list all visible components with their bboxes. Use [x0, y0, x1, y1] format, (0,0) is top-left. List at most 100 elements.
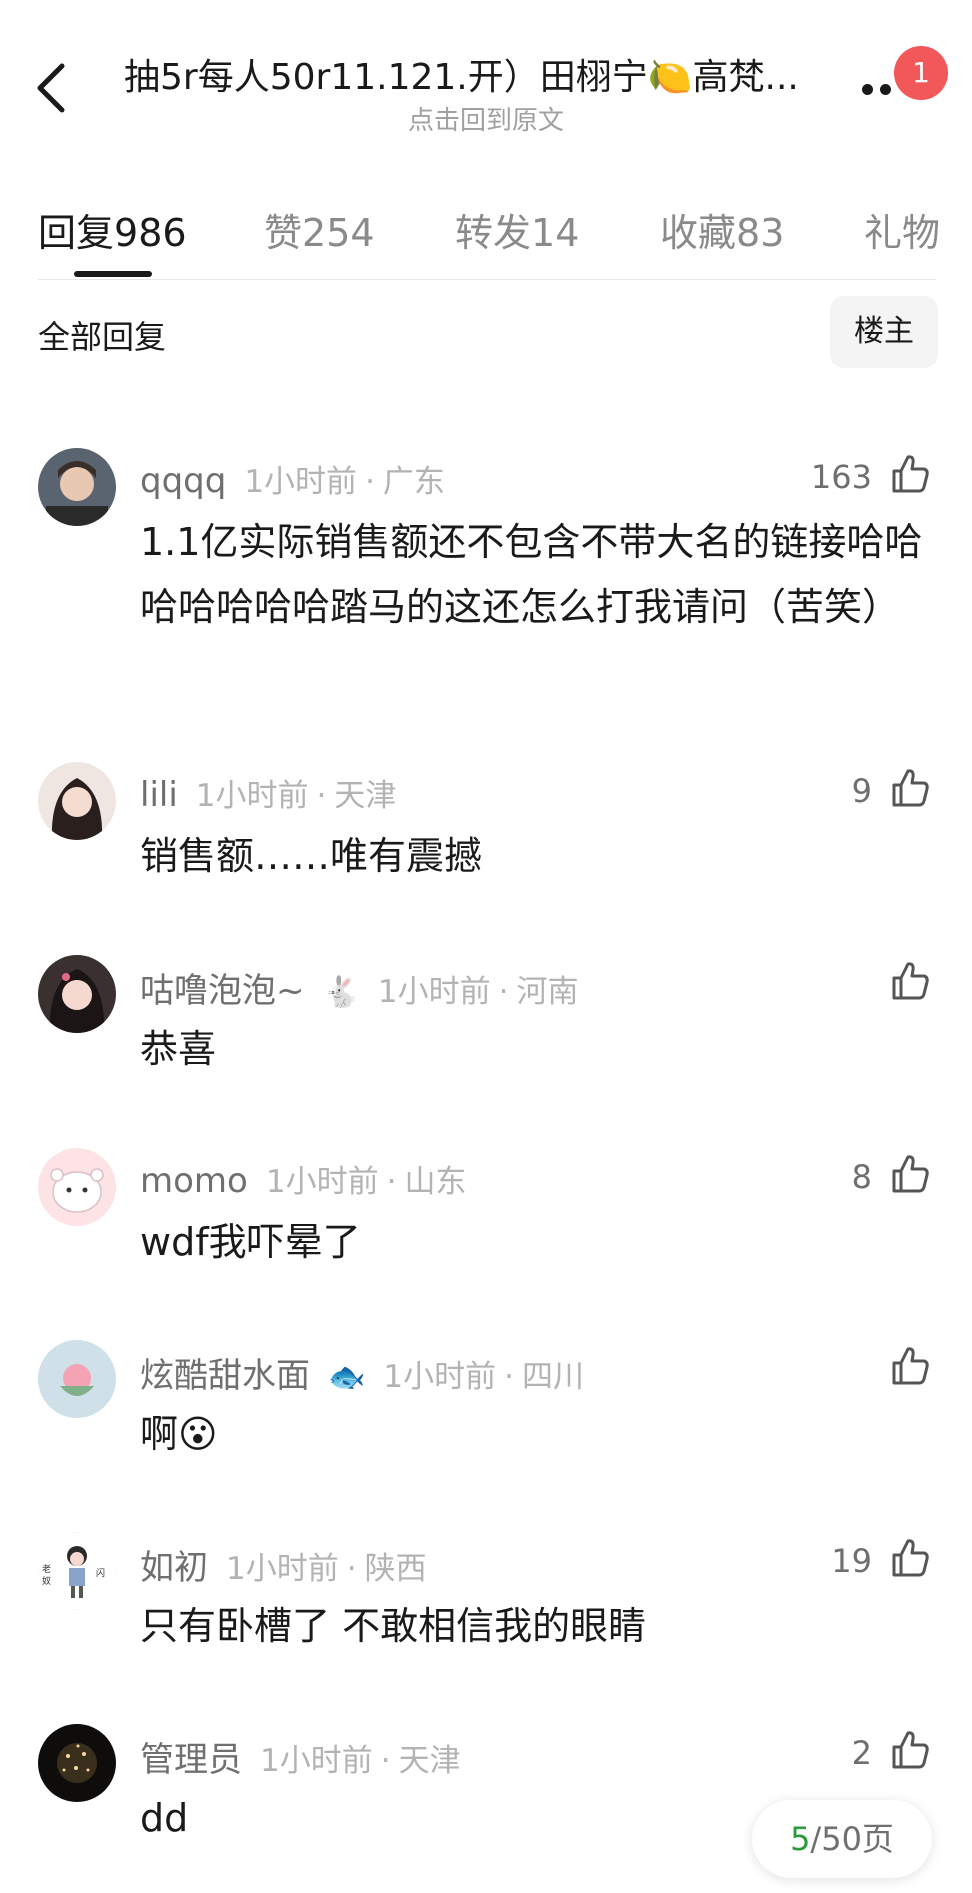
tab-bar: 回复986 赞254 转发14 收藏83 礼物 — [0, 190, 972, 280]
thumbs-up-icon — [892, 1539, 929, 1577]
username[interactable]: momo — [140, 1161, 248, 1201]
comment-meta: 咕噜泡泡~ 🐇 1小时前 · 河南 — [140, 963, 578, 1012]
current-page: 5 — [790, 1820, 811, 1858]
like-button[interactable] — [888, 1152, 932, 1196]
tab-label: 礼物 — [864, 211, 941, 255]
avatar[interactable] — [38, 762, 116, 840]
tab-favorites[interactable]: 收藏83 — [660, 202, 784, 257]
like-count: 2 — [851, 1734, 872, 1772]
username[interactable]: lili — [140, 775, 178, 815]
comment-meta: lili 1小时前 · 天津 — [140, 770, 396, 815]
comment-location: 山东 — [404, 1164, 467, 1200]
tab-replies[interactable]: 回复986 — [38, 202, 187, 257]
comment-time: 1小时前 — [265, 1164, 379, 1200]
thumbs-up-icon — [892, 1731, 929, 1769]
comment-time: 1小时前 — [195, 778, 309, 814]
like-count: 9 — [851, 772, 872, 810]
username[interactable]: 管理员 — [140, 1740, 242, 1780]
tab-count: 254 — [302, 211, 375, 255]
username[interactable]: qqqq — [140, 461, 226, 501]
comment-time: 1小时前 — [377, 974, 491, 1010]
tab-label: 回复 — [38, 211, 115, 255]
svg-text:老: 老 — [42, 1563, 51, 1575]
comment-location: 天津 — [398, 1743, 461, 1779]
comment-text: 啊😮 — [140, 1412, 218, 1456]
avatar[interactable] — [38, 1340, 116, 1418]
tab-label: 收藏 — [660, 211, 737, 255]
like-count: 19 — [831, 1542, 872, 1580]
comment-text: 只有卧槽了 不敢相信我的眼睛 — [140, 1604, 647, 1648]
comment-meta: 炫酷甜水面 🐟 1小时前 · 四川 — [140, 1348, 584, 1397]
like-button[interactable] — [888, 1728, 932, 1772]
rabbit-badge-icon: 🐇 — [322, 975, 360, 1010]
separator-dot: · — [316, 778, 327, 814]
avatar[interactable] — [38, 1724, 116, 1802]
comment-text: 销售额……唯有震撼 — [140, 834, 483, 878]
goldfish-badge-icon: 🐟 — [328, 1360, 366, 1395]
comment-time: 1小时前 — [260, 1743, 373, 1779]
tab-likes[interactable]: 赞254 — [264, 202, 375, 257]
svg-text:闪: 闪 — [96, 1568, 105, 1579]
comment-location: 天津 — [334, 778, 397, 814]
separator-dot: · — [504, 1359, 514, 1395]
total-pages: /50页 — [810, 1820, 894, 1858]
comment-text: wdf我吓晕了 — [140, 1220, 361, 1264]
tab-label: 转发 — [455, 211, 532, 255]
username[interactable]: 咕噜泡泡~ — [140, 971, 305, 1011]
page-indicator[interactable]: 5/50页 — [752, 1800, 932, 1878]
divider — [38, 279, 936, 280]
active-tab-indicator — [74, 271, 152, 277]
tab-count: 14 — [531, 211, 580, 255]
avatar[interactable] — [38, 1148, 116, 1226]
comment-location: 河南 — [516, 974, 579, 1010]
like-button[interactable] — [888, 1344, 932, 1388]
thumbs-up-icon — [892, 1347, 929, 1385]
tab-label: 赞 — [264, 211, 303, 255]
comment-time: 1小时前 — [244, 464, 358, 500]
more-dots-icon — [862, 84, 873, 95]
avatar[interactable] — [38, 448, 116, 526]
username[interactable]: 炫酷甜水面 — [140, 1356, 310, 1396]
comment-text: 1.1亿实际销售额还不包含不带大名的链接哈哈哈哈哈哈哈踏马的这还怎么打我请问（苦… — [140, 520, 923, 629]
username[interactable]: 如初 — [140, 1548, 208, 1588]
comment-meta: 管理员 1小时前 · 天津 — [140, 1732, 461, 1781]
separator-dot: · — [346, 1551, 357, 1587]
svg-text:奴: 奴 — [42, 1575, 51, 1587]
like-button[interactable] — [888, 959, 932, 1003]
comment-location: 四川 — [521, 1359, 584, 1395]
like-button[interactable] — [888, 1536, 932, 1580]
tab-gifts[interactable]: 礼物 — [864, 202, 940, 257]
more-dots-icon — [880, 84, 891, 95]
like-button[interactable] — [888, 766, 932, 810]
tab-count: 986 — [114, 211, 187, 255]
like-count: 8 — [851, 1158, 872, 1196]
thumbs-up-icon — [892, 1155, 929, 1193]
comment-location: 陕西 — [364, 1551, 427, 1587]
comment-meta: 如初 1小时前 · 陕西 — [140, 1540, 427, 1589]
tab-reposts[interactable]: 转发14 — [455, 202, 579, 257]
separator-dot: · — [498, 974, 509, 1010]
comment-location: 广东 — [382, 464, 445, 500]
op-only-button[interactable]: 楼主 — [830, 296, 938, 368]
comment-time: 1小时前 — [383, 1359, 497, 1395]
thumbs-up-icon — [892, 769, 929, 807]
thumbs-up-icon — [892, 962, 929, 1000]
top-bar: 抽5r每人50r11.121.开）田栩宁🍋高梵... 点击回到原文 1 — [0, 0, 972, 140]
separator-dot: · — [365, 464, 375, 500]
comment-text: 恭喜 — [140, 1027, 217, 1071]
avatar[interactable] — [38, 955, 116, 1033]
like-button[interactable] — [888, 452, 932, 496]
comment-time: 1小时前 — [226, 1551, 339, 1587]
comment-meta: momo 1小时前 · 山东 — [140, 1156, 466, 1201]
comment-meta: qqqq 1小时前 · 广东 — [140, 456, 445, 501]
like-count: 163 — [810, 458, 872, 496]
notification-badge[interactable]: 1 — [894, 46, 948, 100]
thumbs-up-icon — [892, 455, 929, 493]
avatar[interactable]: 老奴 闪 — [38, 1532, 116, 1610]
separator-dot: · — [386, 1164, 397, 1200]
post-title[interactable]: 抽5r每人50r11.121.开）田栩宁🍋高梵... — [124, 48, 844, 100]
back-to-original-link[interactable]: 点击回到原文 — [0, 100, 972, 137]
all-replies-label[interactable]: 全部回复 — [38, 312, 166, 358]
tab-count: 83 — [736, 211, 785, 255]
separator-dot: · — [380, 1743, 391, 1779]
